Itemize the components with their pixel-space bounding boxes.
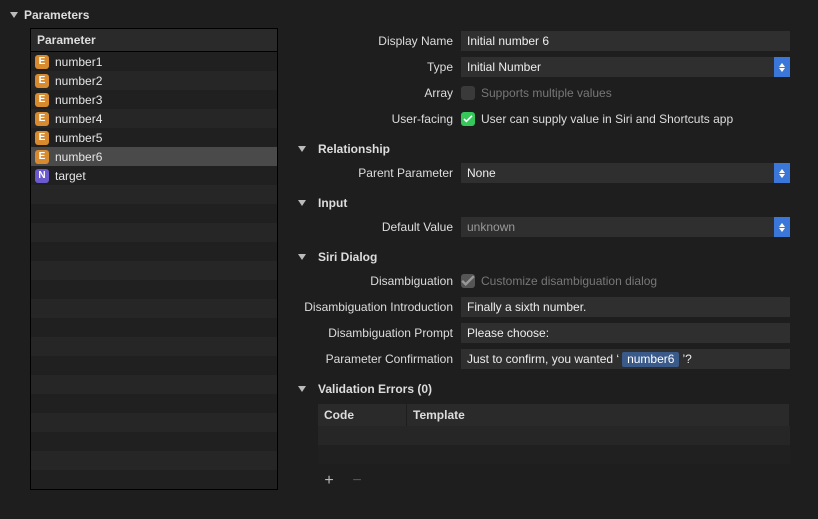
user-facing-checkbox-label: User can supply value in Siri and Shortc…: [481, 112, 733, 126]
type-select-value: Initial Number: [467, 60, 541, 74]
user-facing-checkbox[interactable]: [461, 112, 475, 126]
table-row[interactable]: [31, 223, 277, 242]
parameters-table: Parameter Enumber1Enumber2Enumber3Enumbe…: [30, 28, 278, 490]
confirmation-token[interactable]: number6: [622, 352, 679, 367]
table-row[interactable]: [31, 356, 277, 375]
display-name-label: Display Name: [298, 34, 453, 48]
disambiguation-prompt-field[interactable]: [461, 323, 790, 343]
table-row[interactable]: [31, 470, 277, 489]
validation-template-header[interactable]: Template: [407, 404, 790, 426]
table-row[interactable]: Enumber3: [31, 90, 277, 109]
parameter-confirmation-field[interactable]: Just to confirm, you wanted ‘ number6 ’?: [461, 349, 790, 369]
disclosure-triangle-icon: [298, 254, 306, 260]
parameter-name: number5: [55, 131, 102, 145]
type-label: Type: [298, 60, 453, 74]
disclosure-triangle-icon: [10, 12, 18, 18]
table-row[interactable]: [31, 337, 277, 356]
disambiguation-prompt-label: Disambiguation Prompt: [298, 326, 453, 340]
table-row[interactable]: [31, 318, 277, 337]
disclosure-triangle-icon: [298, 386, 306, 392]
table-row[interactable]: Ntarget: [31, 166, 277, 185]
parent-parameter-select[interactable]: None: [461, 163, 790, 183]
select-stepper-icon: [774, 163, 790, 183]
parameter-name: number6: [55, 150, 102, 164]
table-row[interactable]: [31, 261, 277, 280]
parameter-name: target: [55, 169, 86, 183]
table-row[interactable]: Enumber6: [31, 147, 277, 166]
validation-code-header[interactable]: Code: [318, 404, 407, 426]
table-row[interactable]: [31, 413, 277, 432]
table-row[interactable]: [31, 280, 277, 299]
table-row[interactable]: [31, 451, 277, 470]
disambiguation-intro-field[interactable]: [461, 297, 790, 317]
array-checkbox-label: Supports multiple values: [481, 86, 612, 100]
relationship-section-header[interactable]: Relationship: [298, 142, 790, 156]
remove-validation-button[interactable]: −: [350, 472, 364, 490]
disambiguation-intro-label: Disambiguation Introduction: [298, 300, 453, 314]
check-icon: [463, 115, 473, 123]
display-name-field[interactable]: [461, 31, 790, 51]
table-row[interactable]: Enumber2: [31, 71, 277, 90]
disambiguation-label: Disambiguation: [298, 274, 453, 288]
number-badge-icon: N: [35, 169, 49, 183]
enum-badge-icon: E: [35, 74, 49, 88]
parameter-confirmation-label: Parameter Confirmation: [298, 352, 453, 366]
table-row[interactable]: Enumber4: [31, 109, 277, 128]
parent-parameter-label: Parent Parameter: [298, 166, 453, 180]
parent-parameter-value: None: [467, 166, 496, 180]
select-stepper-icon: [774, 217, 790, 237]
table-row[interactable]: [31, 185, 277, 204]
disambiguation-checkbox-label: Customize disambiguation dialog: [481, 274, 657, 288]
user-facing-label: User-facing: [298, 112, 453, 126]
parameter-name: number2: [55, 74, 102, 88]
select-stepper-icon: [774, 57, 790, 77]
parameter-name: number1: [55, 55, 102, 69]
validation-errors-section-header[interactable]: Validation Errors (0): [298, 382, 790, 396]
enum-badge-icon: E: [35, 150, 49, 164]
array-checkbox[interactable]: [461, 86, 475, 100]
table-row[interactable]: Enumber1: [31, 52, 277, 71]
disclosure-triangle-icon: [298, 200, 306, 206]
parameter-name: number4: [55, 112, 102, 126]
panel-title: Parameters: [24, 8, 89, 22]
enum-badge-icon: E: [35, 112, 49, 126]
type-select[interactable]: Initial Number: [461, 57, 790, 77]
default-value-label: Default Value: [298, 220, 453, 234]
add-validation-button[interactable]: +: [322, 472, 336, 490]
validation-errors-table: Code Template + −: [318, 404, 790, 498]
input-section-header[interactable]: Input: [298, 196, 790, 210]
table-row[interactable]: [31, 299, 277, 318]
enum-badge-icon: E: [35, 93, 49, 107]
enum-badge-icon: E: [35, 131, 49, 145]
parameter-name: number3: [55, 93, 102, 107]
table-row[interactable]: [31, 394, 277, 413]
enum-badge-icon: E: [35, 55, 49, 69]
disambiguation-checkbox[interactable]: [461, 274, 475, 288]
table-row[interactable]: [31, 204, 277, 223]
array-label: Array: [298, 86, 453, 100]
table-row[interactable]: [31, 432, 277, 451]
disclosure-triangle-icon: [298, 146, 306, 152]
default-value-select[interactable]: unknown: [461, 217, 790, 237]
parameters-header[interactable]: Parameters: [10, 8, 808, 28]
default-value-value: unknown: [467, 220, 515, 234]
check-icon: [461, 275, 475, 287]
table-row[interactable]: Enumber5: [31, 128, 277, 147]
table-row[interactable]: [31, 375, 277, 394]
table-row[interactable]: [318, 426, 790, 445]
parameters-table-header[interactable]: Parameter: [31, 29, 277, 52]
table-row[interactable]: [318, 445, 790, 464]
confirmation-prefix: Just to confirm, you wanted ‘: [467, 352, 619, 366]
confirmation-suffix: ’?: [682, 352, 691, 366]
siri-dialog-section-header[interactable]: Siri Dialog: [298, 250, 790, 264]
table-row[interactable]: [31, 242, 277, 261]
